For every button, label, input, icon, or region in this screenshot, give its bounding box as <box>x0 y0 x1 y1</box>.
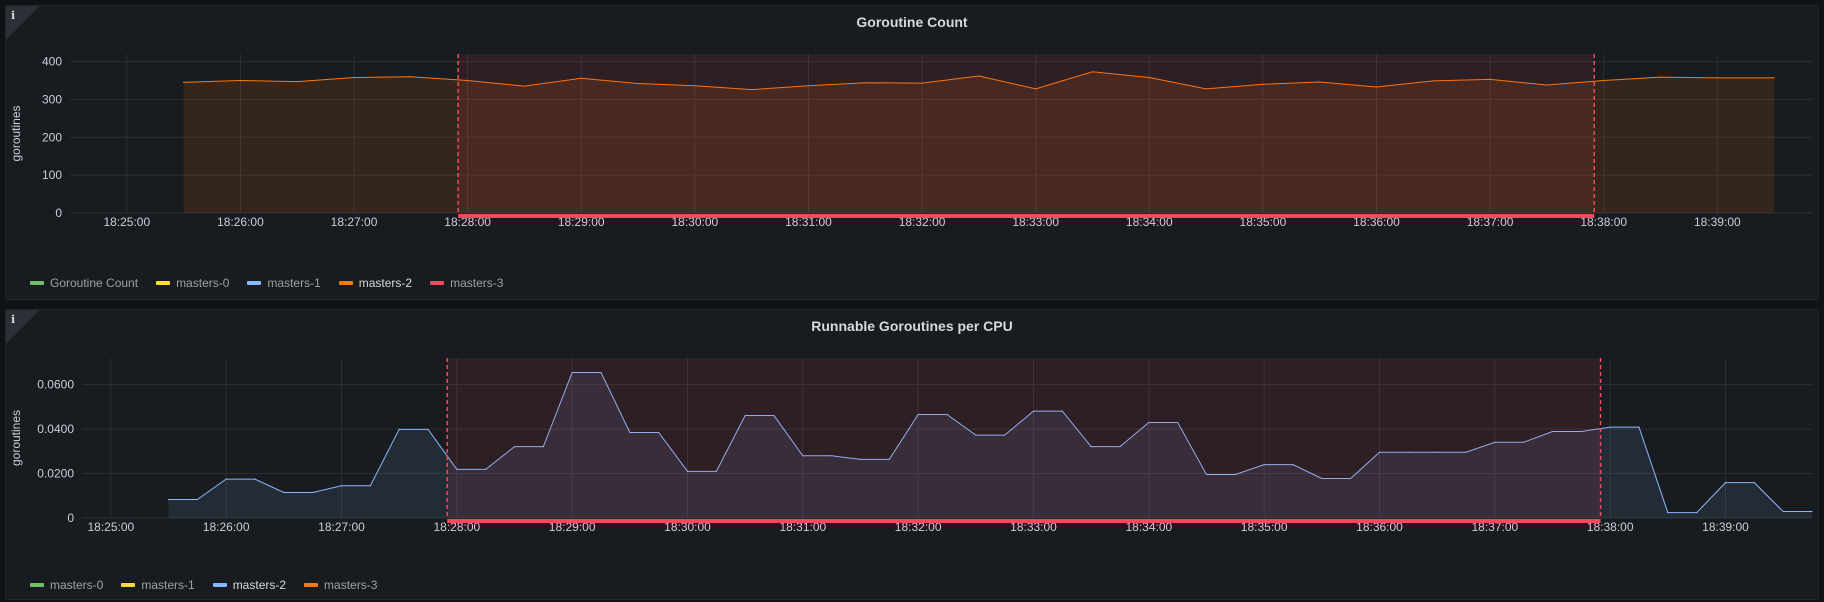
x-tick-label: 18:26:00 <box>217 215 264 229</box>
data-point <box>296 81 298 83</box>
annotation-marker-bar[interactable] <box>447 519 1601 523</box>
x-tick-label: 18:27:00 <box>318 520 365 534</box>
legend-item-masters-1[interactable]: masters-1 <box>121 578 195 592</box>
legend-swatch <box>30 281 44 285</box>
legend-item-masters-0[interactable]: masters-0 <box>156 276 229 290</box>
legend-swatch <box>304 583 319 587</box>
data-point <box>1773 77 1775 79</box>
x-tick-label: 18:25:00 <box>103 215 150 229</box>
x-tick-label: 18:39:00 <box>1702 520 1749 534</box>
legend-swatch <box>30 583 44 587</box>
x-tick-label: 18:25:00 <box>87 520 134 534</box>
legend-label: masters-0 <box>176 276 230 290</box>
data-point <box>369 485 371 487</box>
legend-swatch <box>212 583 227 587</box>
legend-item-masters-3[interactable]: masters-3 <box>304 578 377 592</box>
legend-item-masters-0[interactable]: masters-0 <box>30 578 103 592</box>
legend-item-masters-3[interactable]: masters-3 <box>430 276 503 290</box>
legend-label: masters-1 <box>141 578 195 592</box>
runnable-goroutines-chart[interactable]: 0 0.0200 0.0400 0.0600 18:25:00 18:26:00 18:27… <box>6 310 1818 572</box>
legend-swatch <box>121 583 136 587</box>
data-point <box>254 478 256 480</box>
legend-label: Goroutine Count <box>50 276 139 290</box>
annotation-region[interactable] <box>447 358 1601 518</box>
annotation-marker-bar[interactable] <box>458 214 1595 218</box>
legend-swatch <box>156 281 171 285</box>
data-point <box>1811 510 1813 513</box>
legend-item-masters-1[interactable]: masters-1 <box>247 276 321 290</box>
y-tick-label: 200 <box>42 130 62 144</box>
data-point <box>239 79 242 82</box>
data-point <box>1638 426 1640 428</box>
annotation-region[interactable] <box>458 54 1595 213</box>
data-point <box>1753 482 1755 484</box>
data-point <box>340 485 343 487</box>
legend: Goroutine Count masters-0 masters-1 masters… <box>30 276 503 290</box>
y-tick-label: 0.0400 <box>37 422 74 436</box>
legend-swatch <box>338 281 353 285</box>
y-axis-label: goroutines <box>9 410 23 466</box>
x-tick-label: 18:27:00 <box>331 215 378 229</box>
legend-item-goroutine-count[interactable]: Goroutine Count <box>30 276 138 290</box>
legend-swatch <box>430 281 445 285</box>
data-point <box>1659 76 1662 78</box>
data-point <box>1603 79 1605 82</box>
data-point <box>1724 482 1727 484</box>
data-point <box>1609 426 1611 428</box>
legend: masters-0 masters-1 masters-2 masters-3 <box>30 578 377 592</box>
data-point <box>353 76 355 79</box>
goroutine-count-chart[interactable]: 0 100 200 300 400 18:25:00 18:26:00 18:27:00 18:… <box>6 6 1818 268</box>
legend-label: masters-0 <box>50 578 104 592</box>
legend-label: masters-2 <box>232 578 287 592</box>
data-point <box>183 81 185 83</box>
legend-item-masters-2[interactable]: masters-2 <box>338 276 413 290</box>
data-point <box>283 491 285 494</box>
data-point <box>312 491 314 494</box>
legend-label: masters-3 <box>324 578 378 592</box>
data-point <box>167 498 170 501</box>
y-tick-label: 100 <box>42 168 62 182</box>
y-tick-label: 0.0200 <box>37 467 74 481</box>
x-tick-label: 18:26:00 <box>203 520 250 534</box>
legend-swatch <box>247 281 262 285</box>
data-point <box>410 76 412 78</box>
y-tick-label: 0.0600 <box>37 378 74 392</box>
y-tick-label: 0 <box>55 206 62 220</box>
data-point <box>398 428 400 430</box>
y-tick-label: 400 <box>42 55 62 69</box>
data-point <box>1716 77 1718 79</box>
data-point <box>1782 510 1784 513</box>
data-point <box>1667 512 1669 514</box>
data-point <box>225 478 227 480</box>
y-axis-label: goroutines <box>9 105 23 161</box>
data-point <box>427 428 429 430</box>
y-tick-label: 0 <box>67 511 74 525</box>
legend-label: masters-3 <box>450 276 504 290</box>
y-tick-label: 300 <box>42 92 62 106</box>
goroutine-count-panel: i Goroutine Count 0 100 200 300 400 18:25:00 1… <box>5 5 1819 300</box>
legend-item-masters-2[interactable]: masters-2 <box>212 578 287 592</box>
runnable-goroutines-panel: i Runnable Goroutines per CPU 0 0.0200 0.0… <box>5 309 1819 600</box>
data-point <box>1696 512 1698 514</box>
data-point <box>196 498 198 501</box>
x-tick-label: 18:39:00 <box>1694 215 1741 229</box>
legend-label: masters-2 <box>358 276 413 290</box>
legend-label: masters-1 <box>267 276 321 290</box>
